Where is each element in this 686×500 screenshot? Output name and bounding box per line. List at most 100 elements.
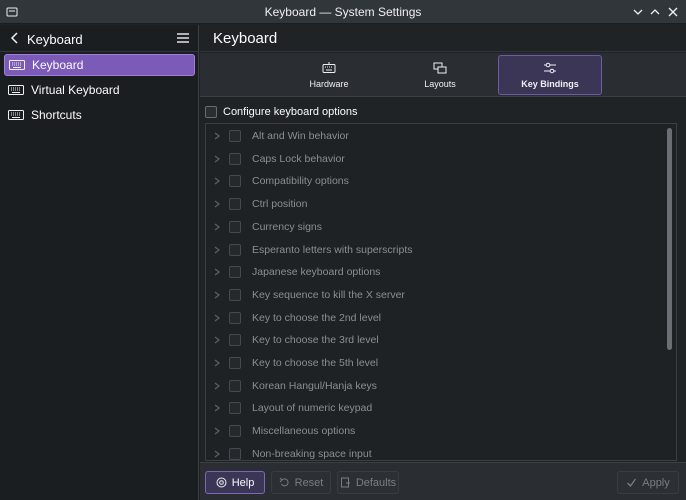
chevron-right-icon[interactable]	[213, 268, 221, 276]
option-checkbox[interactable]	[229, 152, 241, 165]
chevron-right-icon[interactable]	[213, 359, 221, 367]
chevron-right-icon[interactable]	[213, 382, 221, 390]
sidebar-item-label: Keyboard	[32, 58, 84, 72]
chevron-right-icon[interactable]	[213, 404, 221, 412]
option-row[interactable]: Miscellaneous options	[206, 421, 661, 441]
sidebar-item-virtual-keyboard[interactable]: Virtual Keyboard	[4, 79, 195, 101]
tab-hardware[interactable]: Hardware	[277, 55, 381, 95]
layouts-icon	[433, 62, 447, 74]
option-row[interactable]: Key to choose the 3rd level	[206, 330, 661, 350]
apply-label: Apply	[642, 476, 670, 489]
option-row[interactable]: Caps Lock behavior	[206, 149, 661, 169]
keyboard-icon	[322, 62, 336, 73]
configure-options-checkbox[interactable]: Configure keyboard options	[205, 104, 358, 120]
reset-label: Reset	[294, 476, 324, 489]
sidebar: Keyboard Keyboard Virtual Keyboard Short…	[0, 25, 199, 500]
option-checkbox[interactable]	[229, 288, 241, 301]
sidebar-title: Keyboard	[27, 32, 83, 47]
option-checkbox[interactable]	[229, 357, 241, 369]
back-arrow-icon[interactable]	[8, 31, 22, 45]
undo-icon	[279, 477, 289, 487]
sidebar-item-label: Virtual Keyboard	[31, 83, 120, 97]
option-label: Esperanto letters with superscripts	[252, 243, 413, 256]
page-header: Keyboard	[200, 25, 686, 52]
tab-label: Hardware	[309, 79, 349, 89]
option-label: Compatibility options	[252, 175, 349, 188]
scrollbar[interactable]	[667, 128, 672, 350]
reset-button[interactable]: Reset	[271, 471, 331, 494]
help-label: Help	[231, 476, 255, 489]
option-row[interactable]: Currency signs	[206, 217, 661, 237]
chevron-right-icon[interactable]	[213, 291, 221, 299]
option-row[interactable]: Key to choose the 2nd level	[206, 308, 661, 328]
option-label: Caps Lock behavior	[252, 152, 345, 165]
option-row[interactable]: Compatibility options	[206, 171, 661, 191]
sidebar-header: Keyboard	[0, 25, 198, 52]
option-label: Key to choose the 5th level	[252, 357, 379, 369]
option-row[interactable]: Non-breaking space input	[206, 444, 661, 460]
chevron-right-icon[interactable]	[213, 427, 221, 435]
chevron-right-icon[interactable]	[213, 246, 221, 254]
configure-options-label: Configure keyboard options	[223, 106, 358, 118]
keyboard-icon	[8, 110, 24, 120]
option-checkbox[interactable]	[229, 266, 241, 279]
checkbox[interactable]	[205, 106, 217, 118]
window-title: Keyboard — System Settings	[264, 5, 422, 19]
tab-layouts[interactable]: Layouts	[388, 55, 492, 95]
title-bar: Keyboard — System Settings	[0, 0, 686, 24]
option-checkbox[interactable]	[229, 243, 241, 256]
chevron-right-icon[interactable]	[213, 155, 221, 163]
defaults-button[interactable]: Defaults	[337, 471, 399, 494]
option-checkbox[interactable]	[229, 402, 241, 415]
option-row[interactable]: Key sequence to kill the X server	[206, 285, 661, 305]
option-checkbox[interactable]	[229, 379, 241, 392]
window-menu-chevron-icon[interactable]	[630, 4, 646, 20]
option-checkbox[interactable]	[229, 175, 241, 188]
page-title: Keyboard	[213, 30, 278, 47]
option-label: Japanese keyboard options	[252, 266, 381, 279]
option-checkbox[interactable]	[229, 130, 241, 142]
chevron-right-icon[interactable]	[213, 450, 221, 458]
chevron-right-icon[interactable]	[213, 200, 221, 208]
option-label: Currency signs	[252, 220, 323, 233]
option-checkbox[interactable]	[229, 311, 241, 324]
option-checkbox[interactable]	[229, 334, 241, 347]
option-checkbox[interactable]	[229, 220, 241, 233]
help-icon	[216, 477, 227, 488]
chevron-right-icon[interactable]	[213, 336, 221, 344]
chevron-right-icon[interactable]	[213, 223, 221, 231]
option-row[interactable]: Japanese keyboard options	[206, 262, 661, 282]
apply-button[interactable]: Apply	[617, 471, 679, 494]
close-icon[interactable]	[665, 4, 681, 20]
maximize-icon[interactable]	[647, 4, 663, 20]
chevron-right-icon[interactable]	[213, 177, 221, 185]
option-label: Non-breaking space input	[252, 447, 372, 460]
sidebar-item-shortcuts[interactable]: Shortcuts	[4, 104, 195, 126]
option-row[interactable]: Layout of numeric keypad	[206, 398, 661, 418]
option-row[interactable]: Korean Hangul/Hanja keys	[206, 376, 661, 396]
option-row[interactable]: Alt and Win behavior	[206, 126, 661, 146]
option-checkbox[interactable]	[229, 447, 241, 460]
option-row[interactable]: Esperanto letters with superscripts	[206, 240, 661, 260]
sidebar-item-keyboard[interactable]: Keyboard	[4, 54, 195, 76]
option-row[interactable]: Ctrl position	[206, 194, 661, 214]
option-label: Miscellaneous options	[252, 425, 356, 438]
defaults-label: Defaults	[355, 476, 397, 489]
help-button[interactable]: Help	[205, 471, 265, 494]
sliders-icon	[544, 62, 556, 74]
option-checkbox[interactable]	[229, 425, 241, 438]
option-checkbox[interactable]	[229, 198, 241, 211]
checkmark-icon	[627, 478, 637, 488]
option-row[interactable]: Key to choose the 5th level	[206, 353, 661, 373]
hamburger-menu-icon[interactable]	[176, 32, 190, 44]
chevron-right-icon[interactable]	[213, 314, 221, 322]
tab-label: Key Bindings	[521, 79, 579, 89]
option-label: Layout of numeric keypad	[252, 402, 373, 415]
options-tree[interactable]: Alt and Win behavior Caps Lock behavior Co…	[205, 123, 677, 461]
footer-bar: Help Reset Defaults Apply	[200, 462, 686, 500]
option-label: Alt and Win behavior	[252, 130, 349, 142]
chevron-right-icon[interactable]	[213, 132, 221, 140]
tab-key-bindings[interactable]: Key Bindings	[498, 55, 602, 95]
main-panel: Keyboard Hardware Layouts Key Bindings C…	[200, 25, 686, 500]
option-label: Ctrl position	[252, 198, 308, 211]
